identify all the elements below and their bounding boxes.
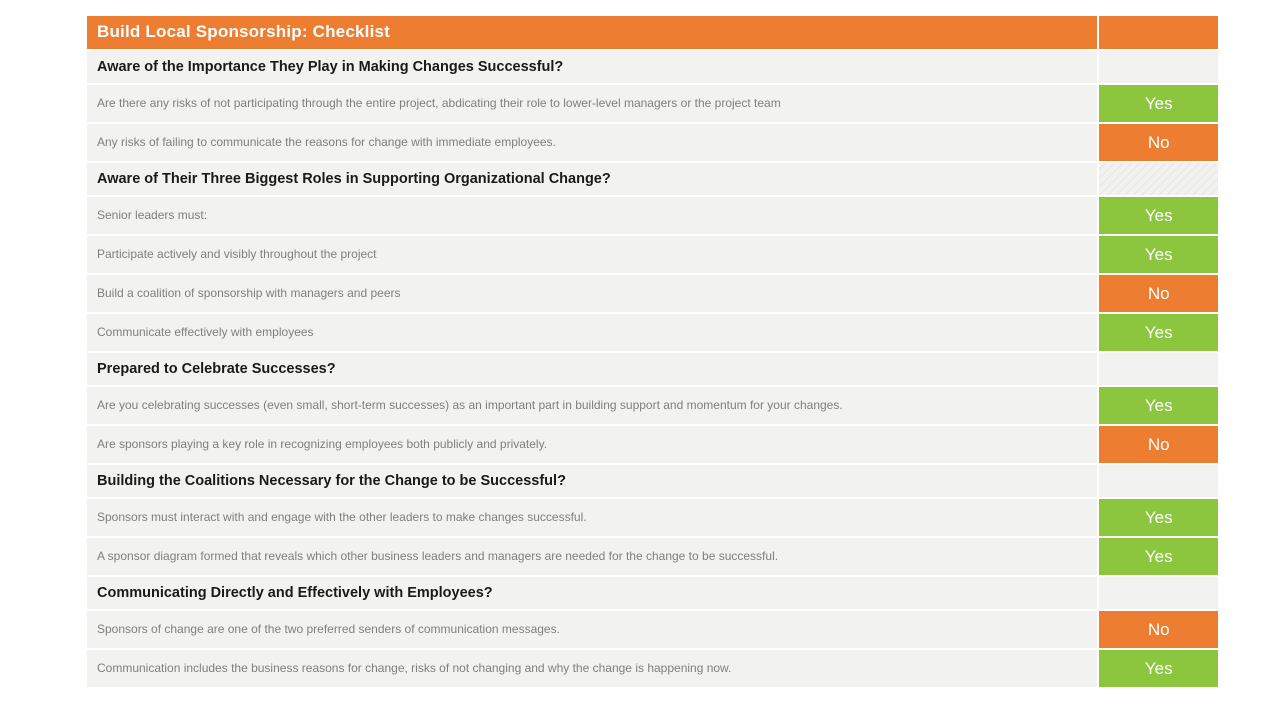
checklist-item-status: Yes bbox=[1099, 538, 1218, 575]
section-heading-row: Aware of the Importance They Play in Mak… bbox=[87, 51, 1218, 83]
checklist-item-text: A sponsor diagram formed that reveals wh… bbox=[87, 538, 1097, 575]
section-status-spacer bbox=[1099, 353, 1218, 385]
checklist-item-status: Yes bbox=[1099, 314, 1218, 351]
title-row: Build Local Sponsorship: Checklist bbox=[87, 16, 1218, 49]
section-status-spacer bbox=[1099, 465, 1218, 497]
checklist-table: Build Local Sponsorship: ChecklistAware … bbox=[85, 14, 1220, 689]
checklist-item-status: Yes bbox=[1099, 650, 1218, 687]
section-heading-row: Communicating Directly and Effectively w… bbox=[87, 577, 1218, 609]
checklist-item-text: Any risks of failing to communicate the … bbox=[87, 124, 1097, 161]
checklist-item-status: Yes bbox=[1099, 387, 1218, 424]
section-heading-row: Building the Coalitions Necessary for th… bbox=[87, 465, 1218, 497]
checklist-title: Build Local Sponsorship: Checklist bbox=[87, 16, 1097, 49]
checklist-item-text: Are there any risks of not participating… bbox=[87, 85, 1097, 122]
checklist-item-row: Sponsors of change are one of the two pr… bbox=[87, 611, 1218, 648]
checklist-item-row: Sponsors must interact with and engage w… bbox=[87, 499, 1218, 536]
checklist-item-text: Communication includes the business reas… bbox=[87, 650, 1097, 687]
checklist-item-status: Yes bbox=[1099, 236, 1218, 273]
checklist-item-row: Communicate effectively with employeesYe… bbox=[87, 314, 1218, 351]
checklist-item-status: No bbox=[1099, 426, 1218, 463]
checklist-item-row: Any risks of failing to communicate the … bbox=[87, 124, 1218, 161]
section-heading: Aware of the Importance They Play in Mak… bbox=[87, 51, 1097, 83]
checklist-item-text: Build a coalition of sponsorship with ma… bbox=[87, 275, 1097, 312]
checklist-item-row: Are sponsors playing a key role in recog… bbox=[87, 426, 1218, 463]
checklist-item-text: Participate actively and visibly through… bbox=[87, 236, 1097, 273]
title-status-spacer bbox=[1099, 16, 1218, 49]
checklist-item-text: Sponsors must interact with and engage w… bbox=[87, 499, 1097, 536]
section-status-spacer bbox=[1099, 577, 1218, 609]
section-heading-row: Aware of Their Three Biggest Roles in Su… bbox=[87, 163, 1218, 195]
section-heading: Aware of Their Three Biggest Roles in Su… bbox=[87, 163, 1097, 195]
section-heading: Building the Coalitions Necessary for th… bbox=[87, 465, 1097, 497]
checklist-item-row: Build a coalition of sponsorship with ma… bbox=[87, 275, 1218, 312]
section-status-spacer bbox=[1099, 163, 1218, 195]
checklist-item-text: Are you celebrating successes (even smal… bbox=[87, 387, 1097, 424]
checklist-item-status: No bbox=[1099, 124, 1218, 161]
section-heading: Communicating Directly and Effectively w… bbox=[87, 577, 1097, 609]
checklist-item-row: Communication includes the business reas… bbox=[87, 650, 1218, 687]
checklist-item-row: Are there any risks of not participating… bbox=[87, 85, 1218, 122]
checklist-item-row: Participate actively and visibly through… bbox=[87, 236, 1218, 273]
checklist-item-row: Are you celebrating successes (even smal… bbox=[87, 387, 1218, 424]
checklist-item-row: A sponsor diagram formed that reveals wh… bbox=[87, 538, 1218, 575]
checklist-item-status: No bbox=[1099, 611, 1218, 648]
checklist-item-text: Senior leaders must: bbox=[87, 197, 1097, 234]
checklist-item-text: Sponsors of change are one of the two pr… bbox=[87, 611, 1097, 648]
checklist-item-status: Yes bbox=[1099, 499, 1218, 536]
checklist-item-status: Yes bbox=[1099, 85, 1218, 122]
section-status-spacer bbox=[1099, 51, 1218, 83]
checklist-item-status: No bbox=[1099, 275, 1218, 312]
checklist-item-text: Communicate effectively with employees bbox=[87, 314, 1097, 351]
section-heading-row: Prepared to Celebrate Successes? bbox=[87, 353, 1218, 385]
checklist-item-status: Yes bbox=[1099, 197, 1218, 234]
checklist-item-text: Are sponsors playing a key role in recog… bbox=[87, 426, 1097, 463]
section-heading: Prepared to Celebrate Successes? bbox=[87, 353, 1097, 385]
checklist-item-row: Senior leaders must:Yes bbox=[87, 197, 1218, 234]
